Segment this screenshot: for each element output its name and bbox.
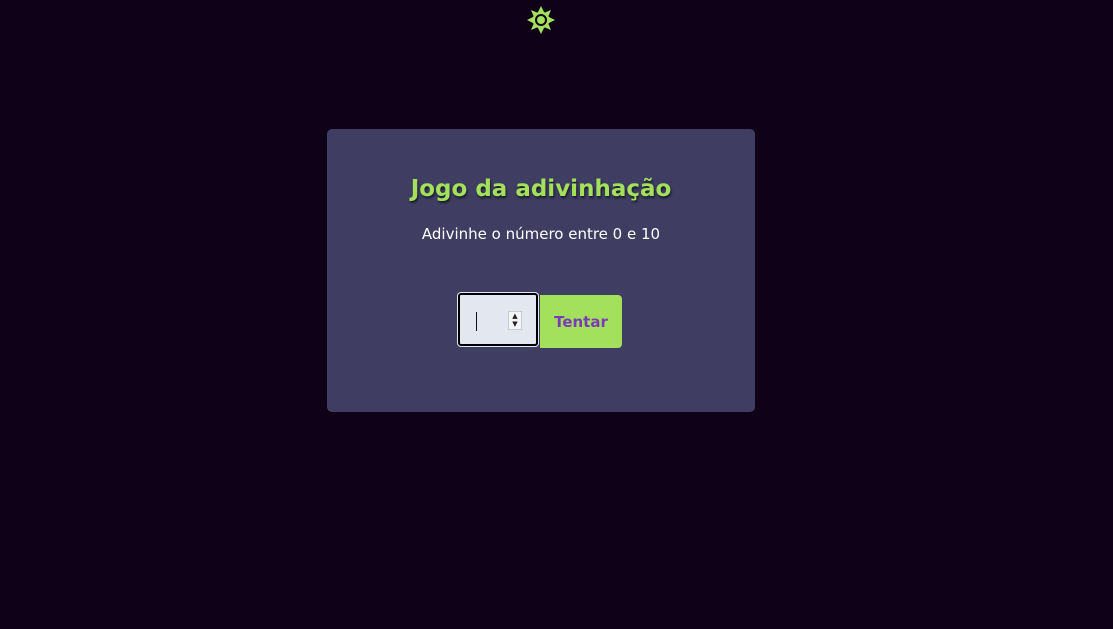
theme-toggle-button[interactable]: [527, 6, 555, 34]
stepper-up-icon[interactable]: ▲: [512, 312, 517, 320]
text-caret: [476, 312, 477, 331]
game-subtitle: Adivinhe o número entre 0 e 10: [421, 225, 661, 243]
sun-icon: [527, 6, 555, 34]
try-button[interactable]: Tentar: [540, 295, 622, 348]
guess-input[interactable]: [460, 295, 536, 344]
number-stepper[interactable]: ▲ ▼: [508, 311, 522, 330]
game-card: [327, 129, 755, 412]
stepper-down-icon[interactable]: ▼: [512, 321, 517, 328]
guess-input-container: ▲ ▼: [458, 293, 538, 346]
game-title: Jogo da adivinhação: [410, 176, 672, 202]
